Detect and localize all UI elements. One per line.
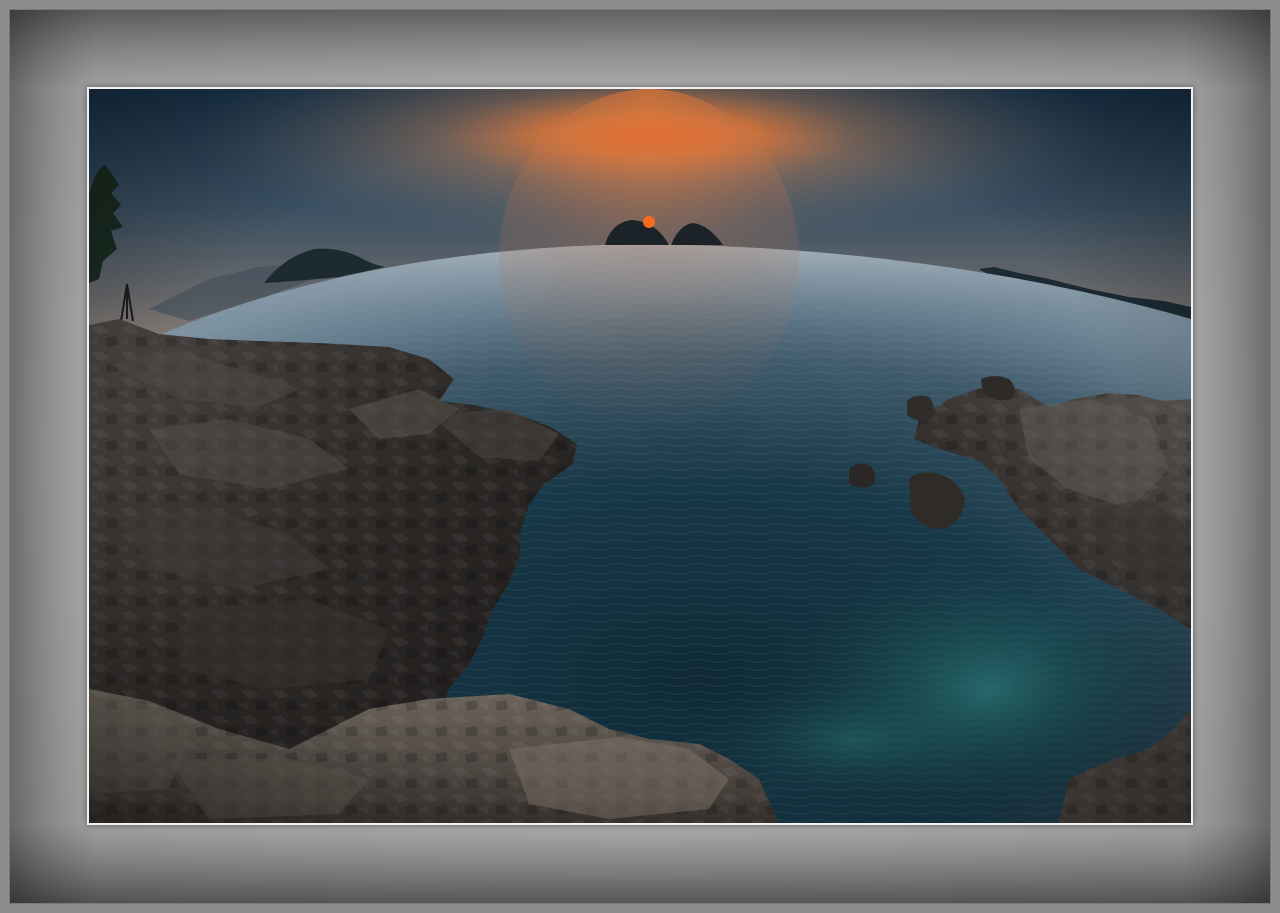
photo-border — [87, 87, 1193, 825]
outer-frame — [0, 0, 1280, 913]
seascape-photo — [89, 89, 1191, 823]
